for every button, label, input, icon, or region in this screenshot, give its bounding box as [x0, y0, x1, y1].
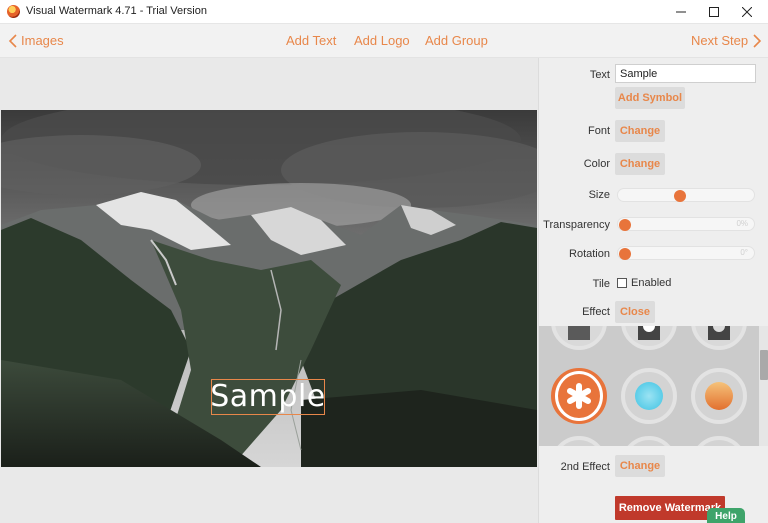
top-navigation: Images Add Text Add Logo Add Group Next …: [0, 24, 768, 58]
color-label: Color: [583, 158, 610, 170]
transparency-label: Transparency: [543, 219, 610, 231]
effect-row3-c[interactable]: [691, 436, 747, 446]
add-logo-link[interactable]: Add Logo: [354, 33, 410, 48]
effect-shadow-box[interactable]: [551, 326, 607, 350]
close-button[interactable]: [732, 0, 762, 24]
color-change-button[interactable]: Change: [615, 153, 665, 175]
asterisk-icon: [567, 383, 591, 409]
next-step-label: Next Step: [691, 33, 749, 48]
effect-cyan-glow-swatch: [635, 382, 663, 410]
add-text-link[interactable]: Add Text: [286, 33, 336, 48]
rotation-slider[interactable]: 0°: [617, 246, 755, 260]
minimize-icon: [676, 11, 686, 13]
effect-asterisk[interactable]: [551, 368, 607, 424]
second-effect-label: 2nd Effect: [560, 461, 610, 473]
effect-close-button[interactable]: Close: [615, 301, 655, 323]
window-title: Visual Watermark 4.71 - Trial Version: [26, 5, 207, 17]
app-logo-icon: [7, 5, 20, 18]
maximize-button[interactable]: [699, 0, 729, 24]
effects-grid: [539, 326, 768, 446]
effect-shadow-box-light-swatch: [638, 326, 660, 340]
effect-shadow-box-swatch: [568, 326, 590, 340]
tile-checkbox[interactable]: [617, 278, 627, 288]
add-group-link[interactable]: Add Group: [425, 33, 488, 48]
size-label: Size: [588, 189, 610, 201]
watermark-text-input[interactable]: [615, 64, 756, 83]
title-bar: Visual Watermark 4.71 - Trial Version: [0, 0, 768, 24]
font-label: Font: [587, 125, 610, 137]
settings-panel: Text Add Symbol Font Change Color Change…: [538, 58, 768, 523]
maximize-icon: [709, 7, 719, 17]
tile-enabled-toggle[interactable]: Enabled: [617, 277, 671, 289]
effect-shadow-box-light[interactable]: [621, 326, 677, 350]
add-symbol-button[interactable]: Add Symbol: [615, 87, 685, 109]
chevron-right-icon: [753, 33, 762, 48]
rotation-value: 0°: [740, 248, 748, 257]
chevron-left-icon: [8, 33, 17, 48]
next-step-link[interactable]: Next Step: [691, 33, 762, 48]
effect-orange-gradient-swatch: [705, 382, 733, 410]
text-label: Text: [589, 69, 610, 81]
transparency-slider[interactable]: 0%: [617, 217, 755, 231]
second-effect-change-button[interactable]: Change: [615, 455, 665, 477]
effect-row3-a[interactable]: [551, 436, 607, 446]
size-slider-knob[interactable]: [673, 190, 686, 202]
rotation-label: Rotation: [569, 248, 610, 260]
effect-label: Effect: [582, 306, 610, 318]
help-button[interactable]: Help: [707, 508, 745, 523]
transparency-value: 0%: [736, 219, 748, 228]
preview-canvas: Sample: [0, 58, 538, 523]
size-slider[interactable]: [617, 188, 755, 202]
tile-checkbox-label: Enabled: [631, 277, 672, 289]
effect-orange-gradient[interactable]: [691, 368, 747, 424]
close-icon: [742, 7, 752, 17]
tile-label: Tile: [592, 278, 610, 290]
back-to-images-label: Images: [21, 33, 64, 48]
effects-scrollbar-thumb[interactable]: [760, 350, 768, 380]
minimize-button[interactable]: [666, 0, 696, 24]
transparency-slider-knob[interactable]: [619, 219, 631, 231]
effect-shadow-box-dark-swatch: [708, 326, 730, 340]
watermark-text: Sample: [210, 379, 326, 414]
effect-cyan-glow[interactable]: [621, 368, 677, 424]
rotation-slider-knob[interactable]: [619, 248, 631, 260]
effects-scrollbar[interactable]: [759, 326, 768, 446]
watermark-text-box[interactable]: Sample: [210, 379, 326, 415]
back-to-images-link[interactable]: Images: [8, 33, 64, 48]
effect-asterisk-swatch: [555, 371, 603, 421]
font-change-button[interactable]: Change: [615, 120, 665, 142]
effect-row3-b[interactable]: [621, 436, 677, 446]
effect-shadow-box-dark[interactable]: [691, 326, 747, 350]
